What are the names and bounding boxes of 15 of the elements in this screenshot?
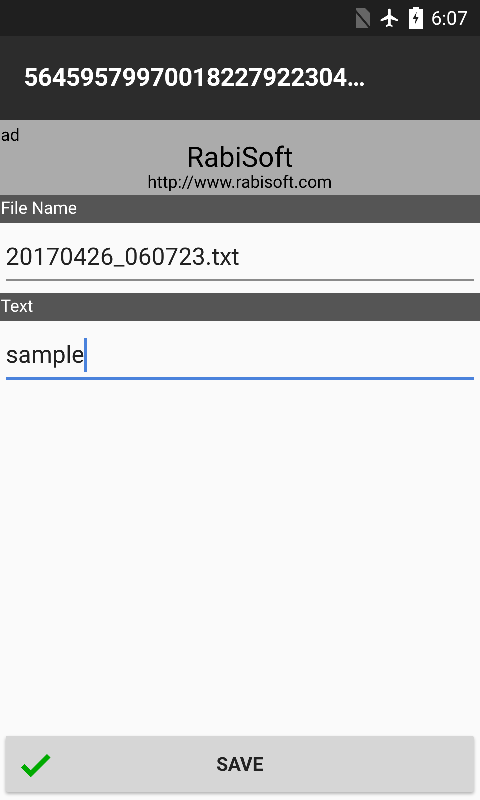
ad-banner[interactable]: ad RabiSoft http://www.rabisoft.com [0, 120, 480, 195]
field-label: File Name [0, 195, 480, 223]
ad-url: http://www.rabisoft.com [148, 173, 332, 193]
input-field[interactable]: sample [6, 333, 474, 380]
ad-brand: RabiSoft [186, 143, 294, 173]
field-label: Text [0, 293, 480, 321]
ad-label: ad [1, 126, 20, 146]
no-sim-icon [353, 8, 372, 28]
input-field[interactable]: 20170426_060723.txt [6, 235, 474, 281]
save-button[interactable]: SAVE [6, 736, 474, 792]
checkmark-icon [20, 752, 52, 778]
clock-time: 6:07 [431, 6, 468, 30]
app-title: 56459579970018227922304… [24, 64, 366, 92]
battery-charging-icon [409, 7, 424, 29]
airplane-icon [379, 7, 402, 29]
